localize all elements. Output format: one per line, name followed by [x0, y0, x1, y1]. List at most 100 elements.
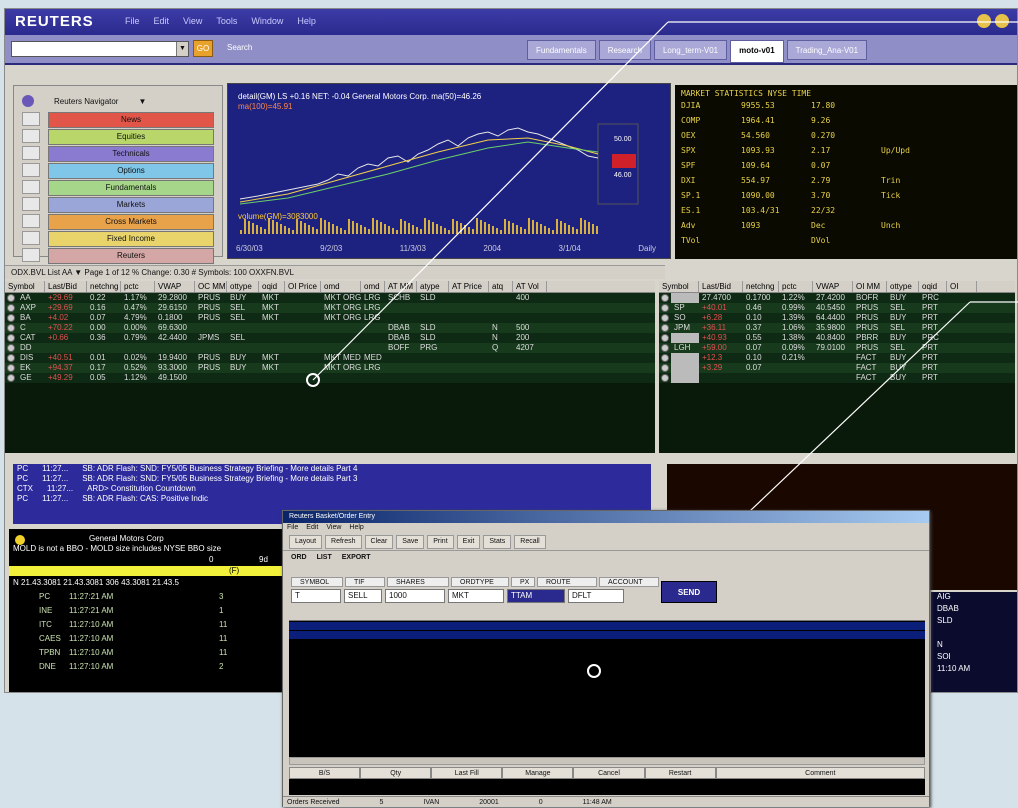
column-header[interactable]: OI	[947, 281, 977, 292]
go-button[interactable]: GO	[193, 40, 213, 57]
price-chart[interactable]: detail(GM) LS +0.16 NET: -0.04 General M…	[227, 83, 671, 259]
column-header[interactable]: ottype	[887, 281, 919, 292]
navigator-item[interactable]: Markets	[22, 197, 214, 213]
row-status-icon[interactable]	[661, 314, 669, 322]
tab-trading-analysis[interactable]: Trading_Ana-V01	[786, 40, 868, 60]
table-row[interactable]: CAT +0.66 0.36 0.79% 42.4400 JPMS SEL DBAB SLD N 2…	[5, 333, 655, 343]
news-item[interactable]: PC 11:27... SB: ADR Flash: SND: FY5/05 Bus…	[13, 474, 651, 484]
exit-button[interactable]: Exit	[456, 535, 481, 549]
horizontal-scrollbar[interactable]	[289, 757, 925, 765]
row-status-icon[interactable]	[7, 344, 15, 352]
recall-button[interactable]: Recall	[514, 535, 546, 549]
account-select[interactable]: DFLT	[568, 589, 624, 603]
clear-button[interactable]: Clear	[364, 535, 394, 549]
order-row[interactable]	[289, 622, 925, 630]
trade-row[interactable]: ITC 11:27:10 AM 11	[39, 620, 227, 629]
watchlist-grid-right[interactable]: Symbol Last/Bid netchng pctc VWAP OI MM ottype…	[659, 281, 1015, 453]
column-header[interactable]: Symbol	[659, 281, 699, 292]
row-status-icon[interactable]	[7, 334, 15, 342]
row-status-icon[interactable]	[661, 304, 669, 312]
tab-list[interactable]: LIST	[317, 551, 332, 565]
column-header[interactable]: Last/Bid	[699, 281, 743, 292]
side-field[interactable]: SELL	[344, 589, 382, 603]
menu-tools[interactable]: Tools	[216, 16, 237, 26]
trade-row[interactable]: DNE 11:27:10 AM 2	[39, 662, 223, 671]
send-button[interactable]: SEND	[661, 581, 717, 603]
row-status-icon[interactable]	[661, 334, 669, 342]
menu-file[interactable]: File	[125, 16, 140, 26]
trade-row[interactable]: TPBN 11:27:10 AM 11	[39, 648, 227, 657]
tab-moto[interactable]: moto-v01	[730, 40, 784, 63]
shares-field[interactable]: 1000	[385, 589, 445, 603]
table-row[interactable]: +12.3 0.10 0.21% FACT BUY PRT	[659, 353, 1015, 363]
qty-button[interactable]: Qty	[360, 767, 432, 779]
navigator-item[interactable]: Options	[22, 163, 214, 179]
table-row[interactable]: AA +29.69 0.22 1.17% 29.2800 PRUS BUY MKT MKT OR…	[5, 293, 655, 303]
table-row[interactable]: DIS +40.51 0.01 0.02% 19.9400 PRUS BUY MKT MKT M…	[5, 353, 655, 363]
last-fill-button[interactable]: Last Fill	[431, 767, 503, 779]
trade-row[interactable]: PC 11:27:21 AM 3	[39, 592, 223, 601]
menu-view[interactable]: View	[183, 16, 202, 26]
search-link[interactable]: Search	[227, 43, 252, 52]
column-header[interactable]: AT Price	[449, 281, 489, 292]
column-header[interactable]: oqid	[259, 281, 285, 292]
tab-export[interactable]: EXPORT	[342, 551, 371, 565]
list-filter-bar[interactable]: ODX.BVL List AA ▼ Page 1 of 12 % Change:…	[5, 265, 665, 279]
symbol-field[interactable]: T	[291, 589, 341, 603]
tab-research[interactable]: Research	[598, 40, 651, 60]
trade-row[interactable]: INE 11:27:21 AM 1	[39, 606, 223, 615]
navigator-item[interactable]: Technicals	[22, 146, 214, 162]
table-row[interactable]: +3.29 0.07 FACT BUY PRT	[659, 363, 1015, 373]
row-status-icon[interactable]	[661, 354, 669, 362]
column-header[interactable]: AT MM	[385, 281, 417, 292]
menu-help[interactable]: Help	[297, 16, 316, 26]
close-icon[interactable]	[995, 14, 1009, 28]
watchlist-grid-left[interactable]: Symbol Last/Bid netchng pctc VWAP OC MM ottype…	[5, 281, 655, 453]
column-header[interactable]: Last/Bid	[45, 281, 87, 292]
print-button[interactable]: Print	[427, 535, 454, 549]
row-status-icon[interactable]	[661, 344, 669, 352]
row-status-icon[interactable]	[7, 354, 15, 362]
tab-fundamentals[interactable]: Fundamentals	[527, 40, 596, 60]
column-header[interactable]: omd	[321, 281, 361, 292]
dialog-menu-edit[interactable]: Edit	[306, 523, 318, 533]
navigator-item[interactable]: Equities	[22, 129, 214, 145]
column-header[interactable]: OI MM	[853, 281, 887, 292]
menu-window[interactable]: Window	[251, 16, 283, 26]
column-header[interactable]: netchng	[743, 281, 779, 292]
save-button[interactable]: Save	[396, 535, 425, 549]
table-row[interactable]: FACT BUY PRT	[659, 373, 1015, 383]
table-row[interactable]: C +70.22 0.00 0.00% 69.6300 DBAB SLD N 500	[5, 323, 655, 333]
navigator-item[interactable]: Cross Markets	[22, 214, 214, 230]
column-header[interactable]: netchng	[87, 281, 121, 292]
order-row[interactable]	[289, 631, 925, 639]
tab-ord[interactable]: ORD	[291, 551, 307, 565]
layout-button[interactable]: Layout	[289, 535, 323, 549]
tab-long-term[interactable]: Long_term-V01	[653, 40, 728, 60]
column-header[interactable]: VWAP	[155, 281, 195, 292]
column-header[interactable]: AT Vol	[513, 281, 547, 292]
table-row[interactable]: DD BOFF PRG Q 4207	[5, 343, 655, 353]
chevron-down-icon[interactable]: ▼	[138, 97, 146, 106]
row-status-icon[interactable]	[7, 374, 15, 382]
comment-button[interactable]: Comment	[715, 767, 925, 779]
column-header[interactable]: Symbol	[5, 281, 45, 292]
chart-period[interactable]: Daily	[638, 244, 656, 253]
route-select[interactable]: TTAM	[507, 589, 565, 603]
row-status-icon[interactable]	[7, 324, 15, 332]
cancel-button[interactable]: Cancel	[573, 767, 645, 779]
dialog-menu-file[interactable]: File	[287, 523, 298, 533]
table-row[interactable]: EK +94.37 0.17 0.52% 93.3000 PRUS BUY MKT MKT OR…	[5, 363, 655, 373]
table-row[interactable]: GE +49.29 0.05 1.12% 49.1500	[5, 373, 655, 383]
order-grid[interactable]	[289, 611, 925, 757]
row-status-icon[interactable]	[7, 364, 15, 372]
news-item[interactable]: PC 11:27... SB: ADR Flash: SND: FY5/05 Bus…	[13, 464, 651, 474]
row-status-icon[interactable]	[7, 314, 15, 322]
column-header[interactable]: omd	[361, 281, 385, 292]
navigator-item[interactable]: Fixed Income	[22, 231, 214, 247]
minimize-icon[interactable]	[977, 14, 991, 28]
table-row[interactable]: SO +6.28 0.10 1.39% 64.4400 PRUS BUY PRT	[659, 313, 1015, 323]
row-status-icon[interactable]	[661, 374, 669, 382]
dialog-menu-view[interactable]: View	[326, 523, 341, 533]
bs-button[interactable]: B/S	[289, 767, 361, 779]
